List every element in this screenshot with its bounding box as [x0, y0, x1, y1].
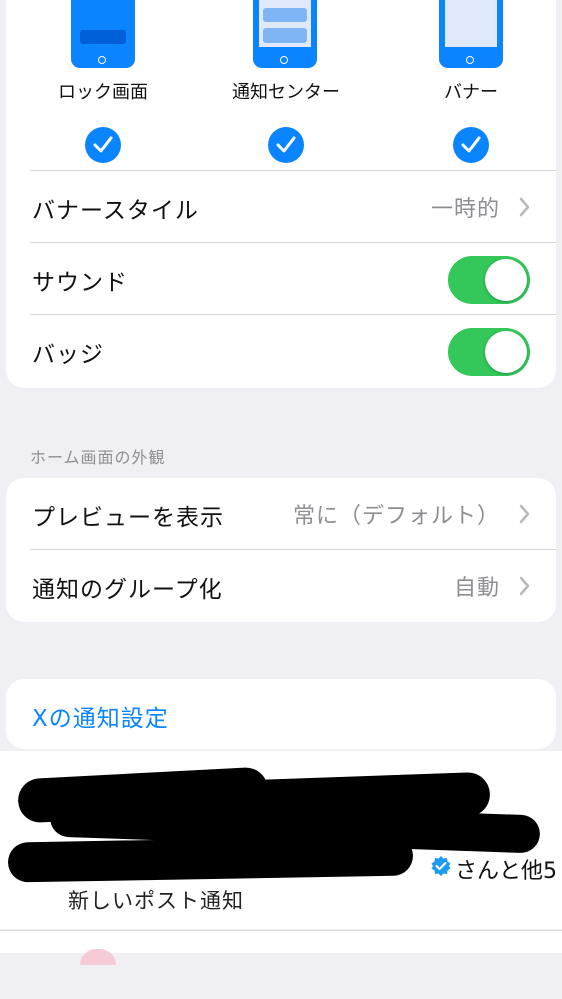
banner-label: バナー — [444, 82, 498, 103]
app-notification-settings-link[interactable]: Xの通知設定 — [32, 699, 169, 733]
checkmark-icon[interactable] — [453, 127, 489, 163]
show-preview-value: 常に（デフォルト） — [292, 504, 500, 529]
chevron-right-icon — [519, 504, 530, 524]
banner-style-label: バナースタイル — [32, 198, 199, 224]
sound-label: サウンド — [32, 270, 128, 296]
grouping-label: 通知のグループ化 — [32, 577, 223, 603]
notification-center-phone-icon — [253, 0, 317, 68]
verified-badge-icon — [431, 856, 451, 876]
banner-style-row[interactable]: バナースタイル 一時的 — [30, 170, 556, 243]
banner-phone-icon — [439, 0, 503, 68]
home-screen-section-header: ホーム画面の外観 — [30, 448, 166, 467]
badge-row: バッジ — [30, 314, 556, 387]
chevron-right-icon — [519, 576, 530, 596]
checkmark-icon[interactable] — [268, 127, 304, 163]
lock-screen-label: ロック画面 — [58, 82, 148, 103]
sound-toggle[interactable] — [448, 256, 530, 304]
grouping-row[interactable]: 通知のグループ化 自動 — [30, 549, 556, 622]
redaction-mark — [7, 835, 414, 883]
notification-suffix: さんと他5 — [455, 859, 557, 884]
alerts-card: ロック画面 通知センター バナー バナースタイル 一時的 サウンド バッジ — [6, 0, 556, 388]
notification-center-label: 通知センター — [232, 82, 340, 103]
banner-style-value: 一時的 — [430, 197, 500, 222]
badge-label: バッジ — [32, 342, 104, 368]
badge-toggle[interactable] — [448, 328, 530, 376]
show-preview-row[interactable]: プレビューを表示 常に（デフォルト） — [30, 478, 556, 550]
grouping-value: 自動 — [453, 576, 500, 601]
sound-row: サウンド — [30, 242, 556, 315]
avatar — [80, 949, 116, 965]
app-settings-card: Xの通知設定 — [6, 679, 556, 749]
checkmark-icon[interactable] — [85, 127, 121, 163]
notification-text: 新しいポスト通知 — [68, 889, 244, 913]
notification-preview[interactable]: さんと他5 新しいポスト通知 — [0, 751, 562, 929]
next-notification-preview[interactable] — [0, 930, 562, 965]
lock-screen-phone-icon — [71, 0, 135, 68]
show-preview-label: プレビューを表示 — [32, 505, 224, 531]
home-screen-card: プレビューを表示 常に（デフォルト） 通知のグループ化 自動 — [6, 478, 556, 622]
chevron-right-icon — [519, 197, 530, 217]
